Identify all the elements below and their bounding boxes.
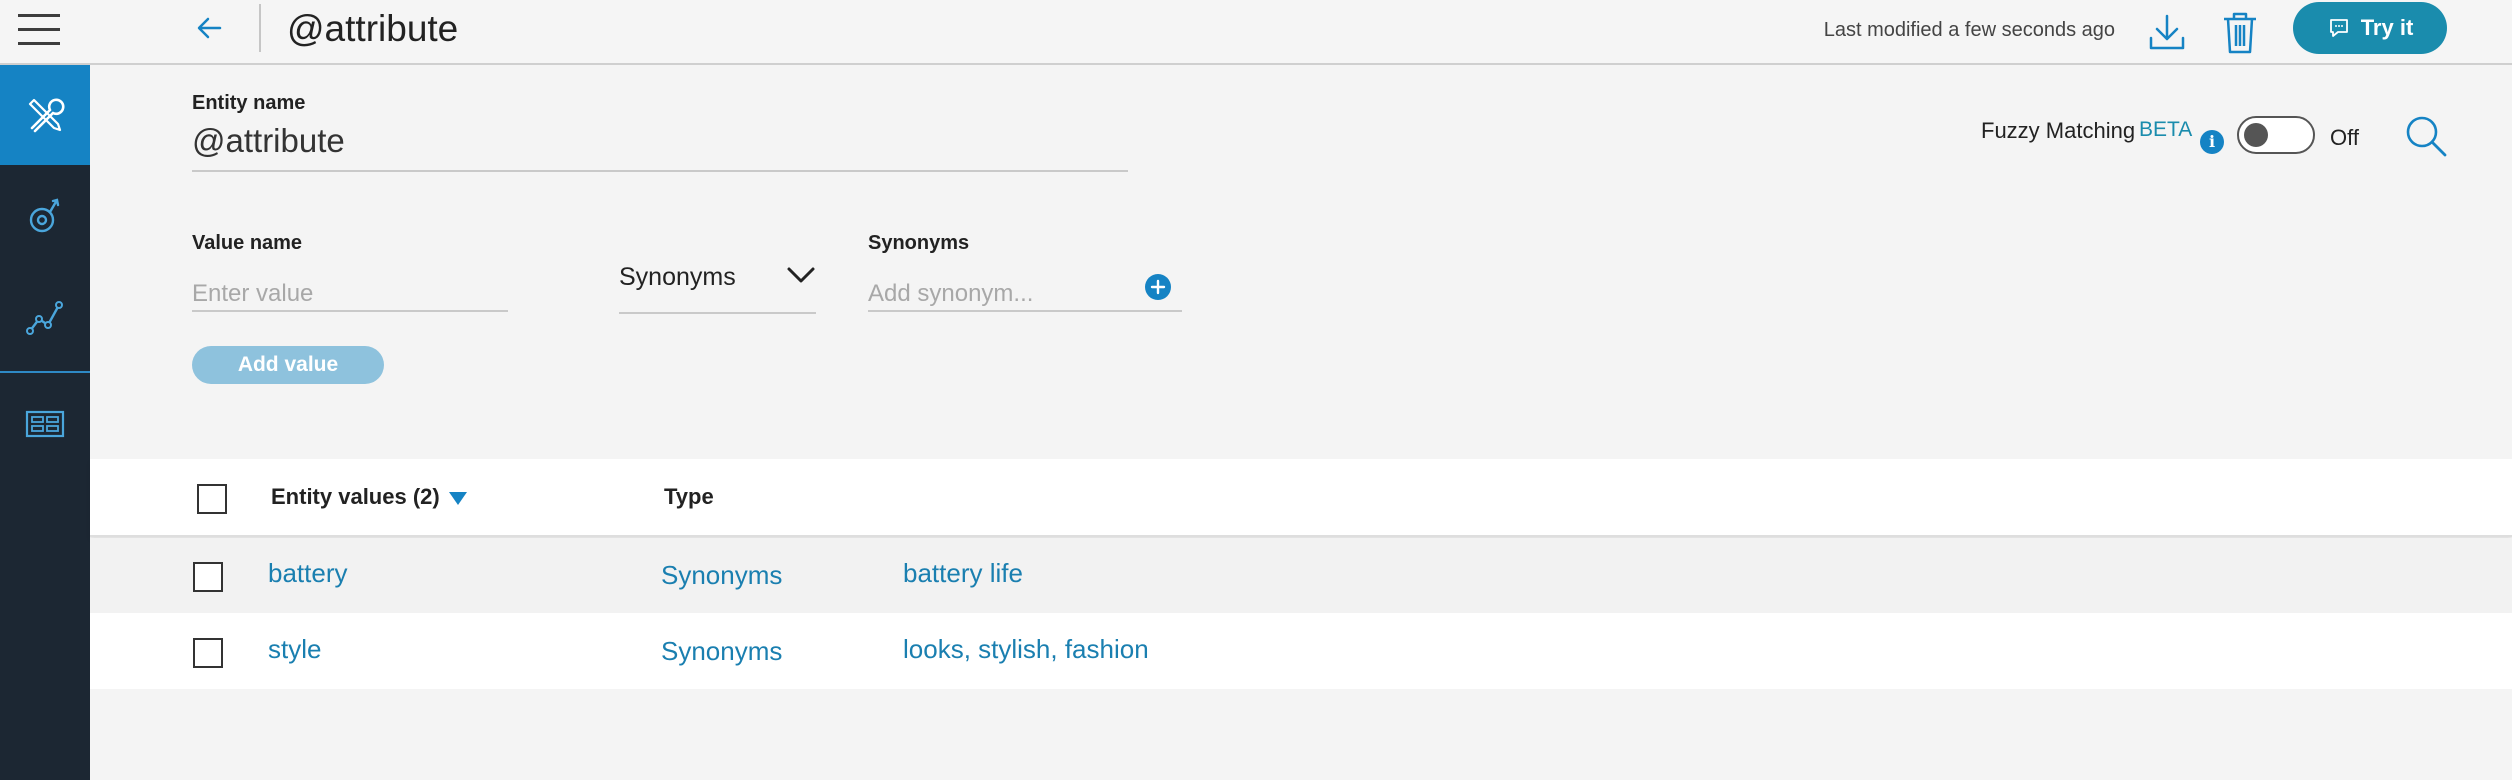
synonyms-label: Synonyms <box>868 232 970 254</box>
type-select-value: Synonyms <box>619 263 736 291</box>
trash-icon[interactable] <box>2216 8 2264 56</box>
value-type-link[interactable]: Synonyms <box>661 560 782 591</box>
sort-desc-icon[interactable] <box>449 492 467 505</box>
try-it-label: Try it <box>2360 15 2414 40</box>
table-grid-icon <box>25 410 65 438</box>
add-value-button[interactable]: Add value <box>192 346 384 384</box>
empty-area <box>90 689 2512 780</box>
nav-item-analytics[interactable] <box>0 268 90 368</box>
back-arrow-icon[interactable] <box>190 8 230 48</box>
analytics-icon <box>26 301 63 335</box>
value-name-input[interactable]: Enter value <box>192 272 508 312</box>
nav-item-catalog[interactable] <box>0 373 90 473</box>
synonym-input[interactable]: Add synonym... <box>868 272 1182 312</box>
table-row: battery Synonyms battery life <box>90 538 2512 614</box>
chat-bubble-icon <box>2329 19 2348 37</box>
entity-name-input[interactable]: @attribute <box>192 122 1128 172</box>
page-title: @attribute <box>287 8 459 49</box>
column-header-type: Type <box>664 484 714 509</box>
last-modified-text: Last modified a few seconds ago <box>1823 19 2115 41</box>
chevron-down-icon <box>787 267 815 283</box>
try-it-button[interactable]: Try it <box>2293 2 2447 54</box>
column-header-entity-values[interactable]: Entity values (2) <box>271 484 440 510</box>
entity-name-label: Entity name <box>192 92 306 114</box>
beta-badge: BETA <box>2139 118 2193 141</box>
nav-item-build[interactable] <box>0 65 90 165</box>
synonyms-link[interactable]: battery life <box>903 558 1023 589</box>
select-all-checkbox[interactable] <box>197 484 227 514</box>
hamburger-menu-icon[interactable] <box>18 14 60 46</box>
left-nav-rail <box>0 65 90 780</box>
synonyms-link[interactable]: looks, stylish, fashion <box>903 634 1149 665</box>
nav-item-improve[interactable] <box>0 167 90 267</box>
entity-value-link[interactable]: style <box>268 634 321 665</box>
fuzzy-matching-label: Fuzzy Matching <box>1981 118 2136 143</box>
row-checkbox[interactable] <box>193 638 223 668</box>
top-header: @attribute Last modified a few seconds a… <box>0 0 2512 65</box>
intents-icon <box>29 198 60 233</box>
fuzzy-matching-toggle[interactable] <box>2237 116 2315 154</box>
row-checkbox[interactable] <box>193 562 223 592</box>
search-icon[interactable] <box>2403 113 2449 159</box>
tools-icon <box>28 98 65 133</box>
toggle-knob <box>2244 123 2268 147</box>
value-name-label: Value name <box>192 232 303 254</box>
fuzzy-matching-state: Off <box>2330 125 2359 150</box>
entity-value-link[interactable]: battery <box>268 558 348 589</box>
title-divider <box>259 4 261 52</box>
type-select[interactable]: Synonyms <box>619 255 816 314</box>
plus-icon <box>1150 279 1166 295</box>
add-synonym-button[interactable] <box>1145 274 1171 300</box>
info-icon[interactable]: i <box>2200 130 2224 154</box>
table-row: style Synonyms looks, stylish, fashion <box>90 613 2512 689</box>
download-icon[interactable] <box>2143 8 2191 56</box>
value-type-link[interactable]: Synonyms <box>661 636 782 667</box>
